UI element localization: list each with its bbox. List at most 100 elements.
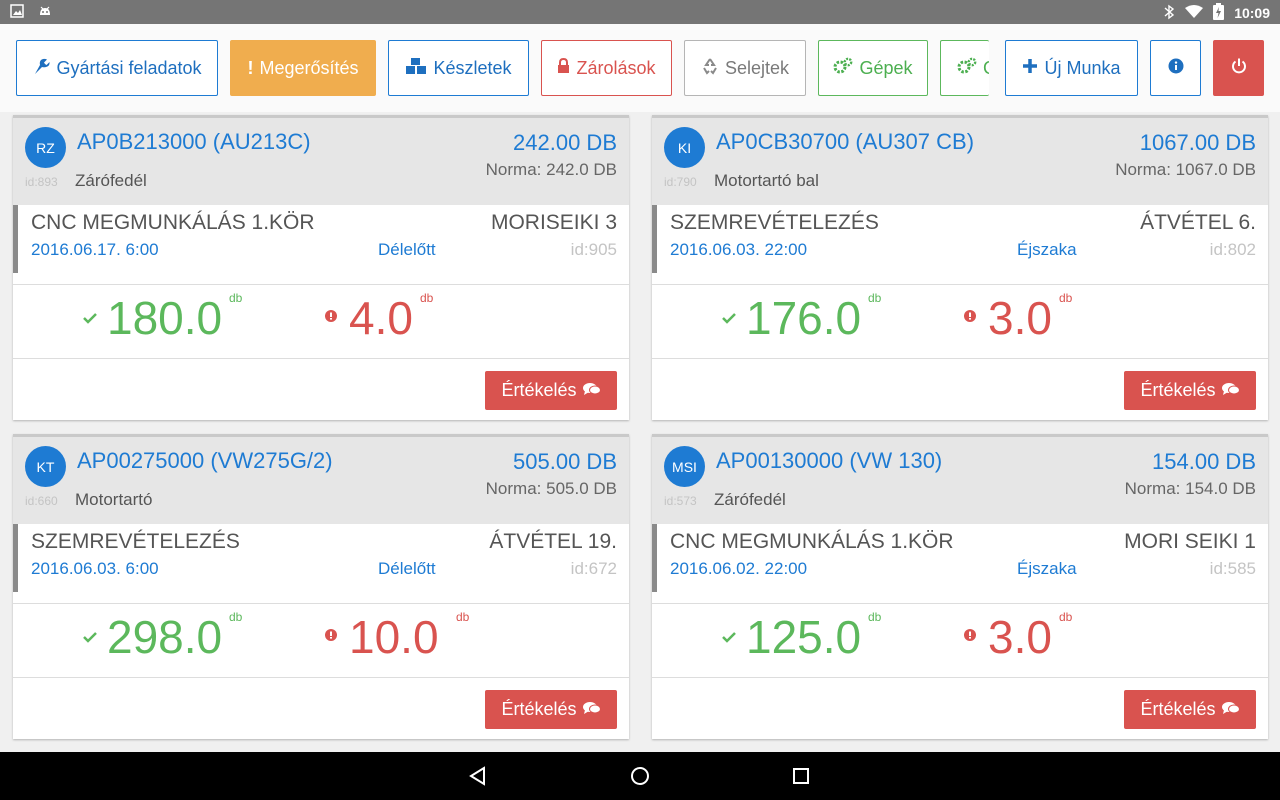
job-card: RZ AP0B213000 (AU213C) id:893 Zárófedél … [13, 115, 629, 420]
operation-date: 2016.06.17. 6:00 [31, 240, 159, 259]
machines-label: Gépek [859, 57, 913, 78]
gears-icon [957, 57, 977, 80]
machine-name: ÁTVÉTEL 19. [489, 530, 617, 553]
scrap-unit: db [456, 610, 470, 624]
machines-button[interactable]: Gépek [818, 40, 928, 96]
evaluate-button[interactable]: Értékelés [1124, 371, 1256, 410]
good-count: 176.0 [746, 292, 862, 344]
avatar: MSI [664, 446, 705, 487]
operation-shift: Éjszaka [1017, 240, 1077, 259]
good-unit: db [229, 610, 243, 624]
scrap-unit: db [1059, 291, 1073, 305]
job-card: KT AP00275000 (VW275G/2) id:660 Motortar… [13, 434, 629, 739]
part-number[interactable]: AP0CB30700 (AU307 CB) [716, 129, 974, 155]
good-count: 298.0 [107, 611, 223, 663]
clock: 10:09 [1234, 5, 1270, 21]
check-icon [83, 311, 97, 329]
part-number[interactable]: AP00275000 (VW275G/2) [77, 448, 333, 474]
confirm-button[interactable]: ! Megerősítés [230, 40, 376, 96]
stock-label: Készletek [433, 57, 512, 78]
operation-section: CNC MEGMUNKÁLÁS 1.KÖR 2016.06.02. 22:00 … [652, 524, 1268, 592]
stock-button[interactable]: Készletek [388, 40, 529, 96]
power-button[interactable] [1213, 40, 1264, 96]
avatar: RZ [25, 127, 66, 168]
card-header: MSI AP00130000 (VW 130) id:573 Zárófedél… [652, 437, 1268, 524]
good-unit: db [229, 291, 243, 305]
operation-shift: Délelőtt [378, 240, 436, 259]
evaluate-label: Értékelés [1140, 380, 1216, 400]
locks-button[interactable]: Zárolások [541, 40, 672, 96]
gears-icon [833, 57, 853, 80]
norm-quantity: Norma: 505.0 DB [485, 479, 617, 498]
truncated-gear-label: G [983, 58, 989, 79]
job-card: MSI AP00130000 (VW 130) id:573 Zárófedél… [652, 434, 1268, 739]
machine-name: MORISEIKI 3 [490, 211, 617, 234]
part-id: id:893 [25, 175, 58, 189]
good-count: 180.0 [107, 292, 223, 344]
part-name: Zárófedél [714, 490, 786, 509]
part-name: Zárófedél [75, 171, 147, 190]
truncated-gear-button[interactable]: G [940, 40, 989, 96]
scrap-button[interactable]: Selejtek [684, 40, 806, 96]
android-notification-icon [38, 4, 54, 20]
recycle-icon [701, 57, 719, 80]
scrap-count: 3.0 [988, 611, 1052, 663]
card-header: KT AP00275000 (VW275G/2) id:660 Motortar… [13, 437, 629, 524]
divider [13, 358, 629, 359]
operation-date: 2016.06.03. 6:00 [31, 559, 159, 578]
operation-date: 2016.06.03. 22:00 [670, 240, 808, 259]
status-bar: 10:09 [0, 0, 1280, 24]
divider [652, 284, 1268, 285]
production-tasks-button[interactable]: Gyártási feladatok [16, 40, 218, 96]
divider [652, 677, 1268, 678]
machine-name: ÁTVÉTEL 6. [1140, 211, 1256, 234]
evaluate-button[interactable]: Értékelés [485, 371, 617, 410]
warning-icon [325, 309, 337, 327]
evaluate-button[interactable]: Értékelés [485, 690, 617, 729]
divider [13, 603, 629, 604]
part-number[interactable]: AP0B213000 (AU213C) [77, 129, 311, 155]
good-unit: db [868, 610, 882, 624]
comments-icon [1221, 699, 1240, 720]
part-id: id:573 [664, 494, 697, 508]
wrench-icon [32, 57, 51, 80]
evaluate-button[interactable]: Értékelés [1124, 690, 1256, 729]
info-button[interactable] [1150, 40, 1201, 96]
scrap-count: 3.0 [988, 292, 1052, 344]
operation-date: 2016.06.02. 22:00 [670, 559, 808, 578]
scrap-count: 10.0 [349, 611, 439, 663]
good-unit: db [868, 291, 882, 305]
scrap-unit: db [1059, 610, 1073, 624]
confirm-label: Megerősítés [259, 57, 359, 78]
operation-id: id:905 [570, 240, 617, 259]
wifi-icon [1185, 4, 1204, 22]
part-number[interactable]: AP00130000 (VW 130) [716, 448, 942, 474]
back-icon[interactable] [468, 766, 488, 791]
recents-icon[interactable] [792, 767, 810, 790]
new-job-label: Új Munka [1044, 57, 1121, 78]
total-quantity: 505.00 DB [513, 449, 617, 474]
norm-quantity: Norma: 242.0 DB [485, 160, 617, 179]
operation-name: SZEMREVÉTELEZÉS [31, 530, 240, 553]
power-icon [1230, 57, 1248, 80]
operation-id: id:802 [1209, 240, 1256, 259]
divider [13, 284, 629, 285]
operation-section: CNC MEGMUNKÁLÁS 1.KÖR 2016.06.17. 6:00 D… [13, 205, 629, 273]
new-job-button[interactable]: Új Munka [1005, 40, 1138, 96]
divider [652, 358, 1268, 359]
operation-name: SZEMREVÉTELEZÉS [670, 211, 879, 234]
card-header: RZ AP0B213000 (AU213C) id:893 Zárófedél … [13, 118, 629, 205]
total-quantity: 1067.00 DB [1139, 130, 1256, 155]
warning-icon [964, 309, 976, 327]
check-icon [722, 311, 736, 329]
warning-icon [325, 628, 337, 646]
operation-shift: Délelőtt [378, 559, 436, 578]
image-notification-icon [10, 4, 26, 20]
operation-name: CNC MEGMUNKÁLÁS 1.KÖR [670, 530, 954, 553]
battery-icon [1213, 3, 1225, 23]
job-card: KI AP0CB30700 (AU307 CB) id:790 Motortar… [652, 115, 1268, 420]
total-quantity: 154.00 DB [1152, 449, 1256, 474]
part-id: id:790 [664, 175, 697, 189]
home-icon[interactable] [630, 766, 650, 791]
operation-id: id:585 [1209, 559, 1256, 578]
